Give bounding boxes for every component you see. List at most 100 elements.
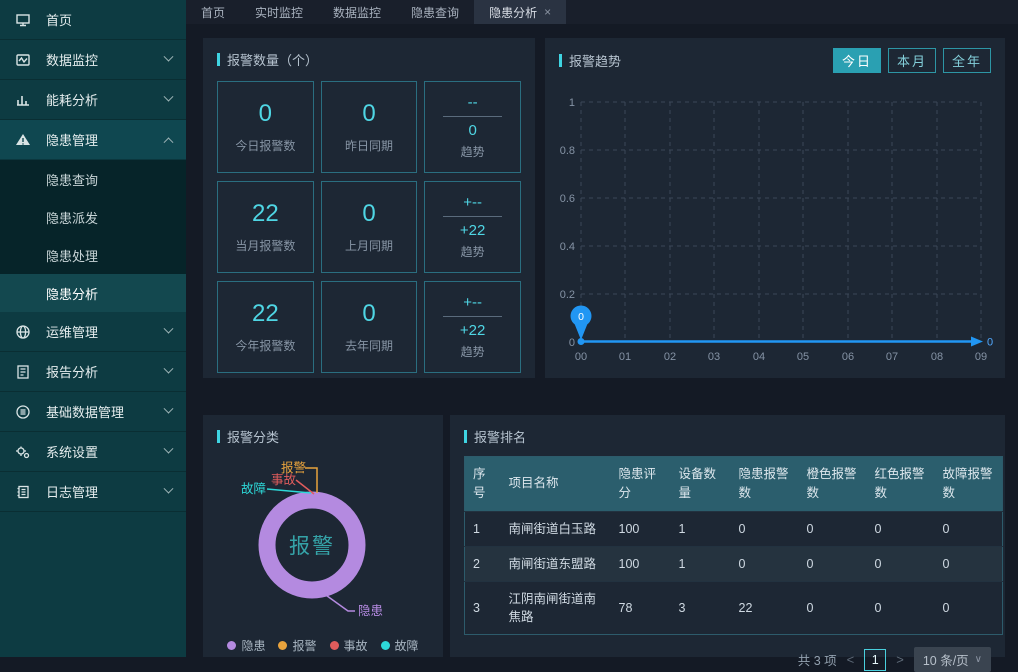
- legend-label: 故障: [395, 637, 419, 654]
- stat-label: 趋势: [461, 143, 485, 160]
- submenu-item-hazard-dispatch[interactable]: 隐患派发: [0, 198, 186, 236]
- sidebar-item-label: 基础数据管理: [46, 402, 124, 421]
- warning-triangle-icon: [14, 131, 31, 148]
- svg-text:0.6: 0.6: [560, 193, 575, 205]
- alarm-count-grid: 0 今日报警数 0 昨日同期 -- 0 趋势 22 当月报警数 0 上月同期: [203, 69, 535, 385]
- cell-project: 南闸街道白玉路: [501, 511, 611, 546]
- callout-label-hazard: 隐患: [358, 604, 383, 618]
- stat-label: 上月同期: [345, 237, 393, 254]
- svg-text:03: 03: [708, 351, 720, 363]
- close-icon[interactable]: ×: [544, 5, 551, 19]
- tab-home[interactable]: 首页: [186, 0, 240, 24]
- table-row[interactable]: 2 南闸街道东盟路 100 1 0 0 0 0: [465, 546, 1003, 581]
- panel-title: 报警趋势: [559, 51, 621, 70]
- sidebar-item-data-monitor[interactable]: 数据监控: [0, 40, 186, 80]
- callout-label-accident: 事故: [271, 472, 297, 487]
- tab-hazard-analysis[interactable]: 隐患分析 ×: [474, 0, 566, 24]
- panel-title-text: 报警趋势: [569, 51, 621, 70]
- panel-title: 报警数量（个）: [203, 38, 535, 69]
- table-row[interactable]: 1 南闸街道白玉路 100 1 0 0 0 0: [465, 511, 1003, 546]
- range-button-year[interactable]: 全年: [943, 48, 991, 73]
- ranking-table: 序号 项目名称 隐患评分 设备数量 隐患报警数 橙色报警数 红色报警数 故障报警…: [464, 456, 1003, 635]
- tab-realtime-monitor[interactable]: 实时监控: [240, 0, 318, 24]
- cell-score: 100: [611, 511, 671, 546]
- sidebar-item-log-management[interactable]: 日志管理: [0, 472, 186, 512]
- legend-dot-icon: [330, 641, 339, 650]
- globe-icon: [14, 323, 31, 340]
- svg-text:04: 04: [753, 351, 765, 363]
- stat-value: 0: [362, 200, 375, 228]
- donut-center-label: 报警: [289, 535, 335, 558]
- cell-index: 1: [465, 511, 501, 546]
- log-icon: [14, 483, 31, 500]
- stat-card-last-month: 0 上月同期: [321, 181, 418, 273]
- stat-card-year-trend: +-- +22 趋势: [424, 281, 521, 373]
- tab-label: 数据监控: [333, 4, 381, 21]
- stat-value: 0: [362, 300, 375, 328]
- submenu-item-hazard-query[interactable]: 隐患查询: [0, 160, 186, 198]
- cell-red-alarms: 0: [867, 511, 935, 546]
- sidebar-item-system-settings[interactable]: 系统设置: [0, 432, 186, 472]
- legend-dot-icon: [227, 641, 236, 650]
- legend-item-accident[interactable]: 事故: [330, 637, 368, 654]
- tab-data-monitor[interactable]: 数据监控: [318, 0, 396, 24]
- pagination-page-button[interactable]: 1: [864, 649, 886, 671]
- tab-hazard-query[interactable]: 隐患查询: [396, 0, 474, 24]
- desktop-icon: [14, 11, 31, 28]
- stat-card-today: 0 今日报警数: [217, 81, 314, 173]
- submenu-item-hazard-analysis[interactable]: 隐患分析: [0, 274, 186, 312]
- callout-line-hazard: [323, 593, 355, 611]
- trend-top-value: +--: [463, 294, 482, 311]
- legend-item-alarm[interactable]: 报警: [278, 637, 316, 654]
- sidebar-item-energy-analysis[interactable]: 能耗分析: [0, 80, 186, 120]
- sidebar-item-home[interactable]: 首页: [0, 0, 186, 40]
- legend-item-hazard[interactable]: 隐患: [227, 637, 265, 654]
- cell-score: 78: [611, 581, 671, 634]
- stat-value: 0: [362, 100, 375, 128]
- tab-label: 实时监控: [255, 4, 303, 21]
- cell-orange-alarms: 0: [799, 546, 867, 581]
- cell-hazard-alarms: 0: [731, 511, 799, 546]
- title-accent-bar: [217, 53, 220, 66]
- chevron-down-icon: ∨: [975, 654, 982, 665]
- column-header-fault-alarms: 故障报警数: [935, 457, 1003, 512]
- legend-item-fault[interactable]: 故障: [381, 637, 419, 654]
- stat-value: 22: [252, 200, 279, 228]
- submenu-item-hazard-handle[interactable]: 隐患处理: [0, 236, 186, 274]
- cell-hazard-alarms: 0: [731, 546, 799, 581]
- chart-legend: 隐患 报警 事故 故障: [203, 637, 443, 654]
- trend-top-value: +--: [463, 194, 482, 211]
- alarm-count-panel: 报警数量（个） 0 今日报警数 0 昨日同期 -- 0 趋势 22 当月报警数: [203, 38, 535, 378]
- submenu-item-label: 隐患分析: [46, 284, 98, 303]
- range-button-today[interactable]: 今日: [833, 48, 881, 73]
- sidebar-item-base-data-management[interactable]: 基础数据管理: [0, 392, 186, 432]
- cell-index: 2: [465, 546, 501, 581]
- submenu-item-label: 隐患派发: [46, 208, 98, 227]
- pagination-next-icon[interactable]: >: [896, 652, 904, 667]
- callout-line-fault: [267, 489, 311, 493]
- column-header-score: 隐患评分: [611, 457, 671, 512]
- svg-text:06: 06: [842, 351, 854, 363]
- legend-dot-icon: [278, 641, 287, 650]
- sidebar-item-report-analysis[interactable]: 报告分析: [0, 352, 186, 392]
- page-size-select[interactable]: 10 条/页 ∨: [914, 647, 991, 672]
- range-button-month[interactable]: 本月: [888, 48, 936, 73]
- trend-bottom-value: +22: [460, 222, 485, 239]
- legend-label: 隐患: [241, 637, 265, 654]
- trend-divider: [443, 116, 502, 117]
- table-row[interactable]: 3 江阴南闸街道南焦路 78 3 22 0 0 0: [465, 581, 1003, 634]
- sidebar-item-ops-management[interactable]: 运维管理: [0, 312, 186, 352]
- pagination-prev-icon[interactable]: <: [847, 652, 855, 667]
- stat-card-year: 22 今年报警数: [217, 281, 314, 373]
- svg-text:09: 09: [975, 351, 987, 363]
- svg-text:1: 1: [569, 97, 575, 109]
- stat-card-day-trend: -- 0 趋势: [424, 81, 521, 173]
- data-point-marker[interactable]: 0: [571, 306, 592, 341]
- chevron-down-icon: [164, 404, 174, 414]
- alarm-classification-panel: 报警分类 报警 事故 故障 隐患 报警 隐患 报警 事故: [203, 415, 443, 657]
- title-accent-bar: [559, 54, 562, 67]
- sidebar-item-hazard-management[interactable]: 隐患管理: [0, 120, 186, 160]
- cell-red-alarms: 0: [867, 546, 935, 581]
- stat-label: 昨日同期: [345, 137, 393, 154]
- submenu-item-label: 隐患查询: [46, 170, 98, 189]
